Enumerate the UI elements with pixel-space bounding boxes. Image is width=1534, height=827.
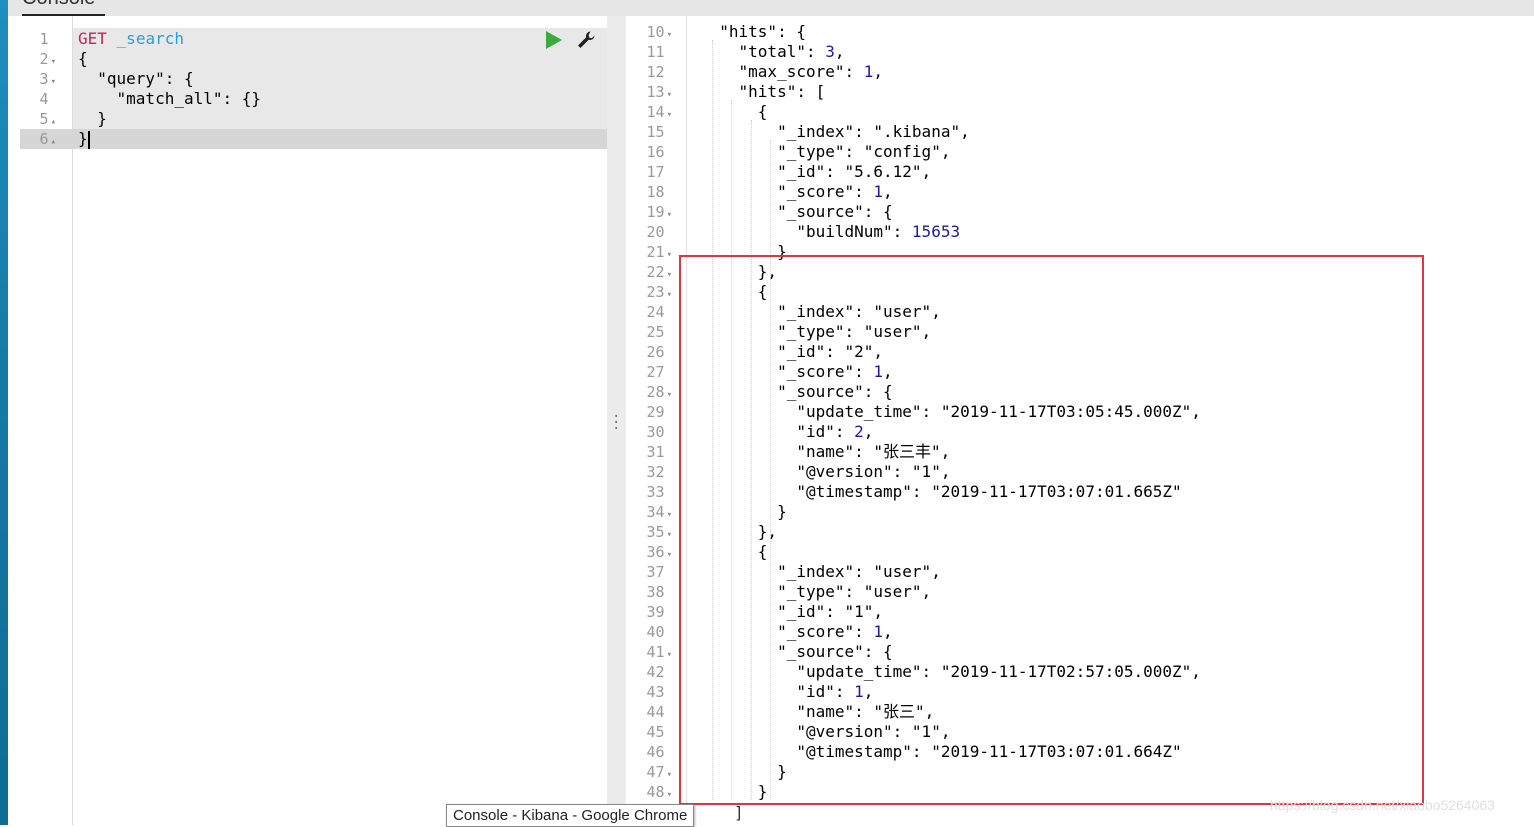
line-number: 13 ▾ (646, 83, 672, 101)
line-number: 3 ▾ (39, 70, 56, 88)
line-number: 23 ▾ (646, 283, 672, 301)
sidebar-stripe (0, 0, 8, 825)
line-number: 12 (646, 63, 665, 81)
line-number: 5 ▴ (39, 110, 56, 128)
line-number: 45 (646, 723, 665, 741)
line-number: 39 (646, 603, 665, 621)
response-line: "hits": { (700, 22, 806, 41)
line-number: 41 ▾ (646, 643, 672, 661)
active-line-highlight (20, 129, 607, 149)
line-number: 43 (646, 683, 665, 701)
line-number: 35 ▾ (646, 523, 672, 541)
line-number: 37 (646, 563, 665, 581)
line-number: 26 (646, 343, 665, 361)
line-number: 38 (646, 583, 665, 601)
code-line: } (78, 109, 107, 128)
highlight-annotation-box (679, 255, 1424, 805)
resize-handle-icon[interactable]: · · · (612, 410, 620, 436)
line-number: 1 (39, 30, 49, 48)
line-number: 28 ▾ (646, 383, 672, 401)
line-number: 24 (646, 303, 665, 321)
line-number: 11 (646, 43, 665, 61)
line-number: 2 ▾ (39, 50, 56, 68)
line-number: 47 ▾ (646, 763, 672, 781)
line-number: 31 (646, 443, 665, 461)
wrench-icon[interactable] (576, 30, 596, 50)
line-number: 21 ▾ (646, 243, 672, 261)
line-number: 48 ▾ (646, 783, 672, 801)
line-number: 19 ▾ (646, 203, 672, 221)
window-tooltip: Console - Kibana - Google Chrome (446, 804, 695, 827)
line-number: 14 ▾ (646, 103, 672, 121)
play-icon[interactable] (546, 31, 562, 49)
response-line: { (700, 102, 768, 121)
code-line: { (78, 49, 88, 68)
line-number: 42 (646, 663, 665, 681)
response-line: "buildNum": 15653 (700, 222, 961, 241)
line-number: 27 (646, 363, 665, 381)
line-number: 33 (646, 483, 665, 501)
request-method-line: GET _search (78, 29, 184, 48)
line-number: 15 (646, 123, 665, 141)
response-line: "max_score": 1, (700, 62, 884, 81)
line-number: 46 (646, 743, 665, 761)
line-number: 36 ▾ (646, 543, 672, 561)
line-number: 32 (646, 463, 665, 481)
response-line: "_id": "5.6.12", (700, 162, 932, 181)
watermark: https://blog.csdn.net/xiaobo5264063 (1270, 797, 1495, 813)
response-line: "_score": 1, (700, 182, 893, 201)
response-line: "_index": ".kibana", (700, 122, 970, 141)
response-line: "total": 3, (700, 42, 845, 61)
response-line: "_source": { (700, 202, 893, 221)
line-number: 17 (646, 163, 665, 181)
line-number: 20 (646, 223, 665, 241)
trailing-bracket: ] (734, 803, 744, 822)
line-number: 34 ▾ (646, 503, 672, 521)
line-number: 22 ▾ (646, 263, 672, 281)
line-number: 18 (646, 183, 665, 201)
code-line: "query": { (78, 69, 194, 88)
code-line: } (78, 129, 90, 149)
top-nav (8, 0, 1534, 16)
response-line: "_type": "config", (700, 142, 951, 161)
line-number: 16 (646, 143, 665, 161)
line-number: 40 (646, 623, 665, 641)
line-number: 10 ▾ (646, 23, 672, 41)
line-number: 6 ▴ (39, 130, 56, 148)
line-number: 25 (646, 323, 665, 341)
code-line: "match_all": {} (78, 89, 262, 108)
line-number: 30 (646, 423, 665, 441)
line-number: 44 (646, 703, 665, 721)
line-number: 4 (39, 90, 49, 108)
line-number: 29 (646, 403, 665, 421)
response-line: "hits": [ (700, 82, 826, 101)
